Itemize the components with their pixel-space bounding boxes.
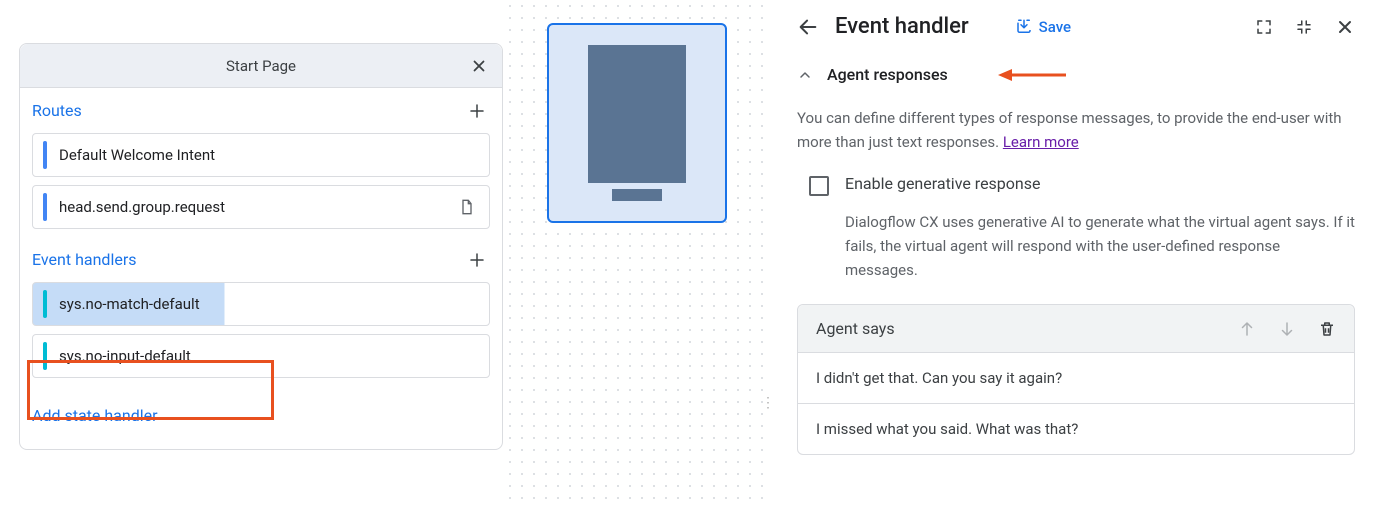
agent-response-row[interactable]: I missed what you said. What was that? — [798, 404, 1354, 454]
plus-icon[interactable] — [468, 102, 486, 120]
event-handler-label: sys.no-match-default — [59, 295, 200, 313]
agent-says-box: Agent says I didn't get that. Can you sa… — [797, 304, 1355, 455]
close-icon[interactable] — [470, 57, 488, 75]
plus-icon[interactable] — [468, 251, 486, 269]
routes-label: Routes — [32, 101, 82, 120]
panel-title: Event handler — [835, 14, 969, 39]
agent-response-row[interactable]: I didn't get that. Can you say it again? — [798, 353, 1354, 404]
flow-node-thumbnail[interactable] — [547, 23, 727, 223]
save-label: Save — [1039, 18, 1071, 36]
page-title: Start Page — [226, 57, 296, 75]
routes-section-header[interactable]: Routes — [20, 88, 502, 133]
route-label: head.send.group.request — [59, 198, 225, 216]
agent-responses-header[interactable]: Agent responses — [797, 65, 1355, 84]
back-arrow-icon[interactable] — [797, 16, 819, 38]
event-handler-item[interactable]: sys.no-input-default — [32, 334, 490, 378]
learn-more-link[interactable]: Learn more — [1003, 133, 1079, 151]
save-icon — [1015, 18, 1033, 36]
enable-generative-checkbox-row[interactable]: Enable generative response — [797, 172, 1355, 202]
add-state-handler-link[interactable]: Add state handler — [20, 386, 502, 449]
close-icon[interactable] — [1335, 17, 1355, 37]
checkbox-description: Dialogflow CX uses generative AI to gene… — [797, 210, 1355, 282]
flow-canvas[interactable]: Start Page Routes Default Welcome Intent… — [0, 0, 770, 508]
start-page-card: Start Page Routes Default Welcome Intent… — [19, 43, 503, 450]
document-icon — [459, 198, 475, 216]
agent-says-header: Agent says — [798, 305, 1354, 353]
event-handler-item[interactable]: sys.no-match-default — [32, 282, 490, 326]
delete-icon[interactable] — [1318, 319, 1336, 339]
thumbnail-foot — [612, 189, 662, 201]
checkbox-label: Enable generative response — [845, 174, 1041, 193]
save-button[interactable]: Save — [1015, 18, 1071, 36]
section-title: Agent responses — [827, 65, 948, 84]
checkbox[interactable] — [809, 176, 829, 196]
route-label: Default Welcome Intent — [59, 146, 215, 164]
event-handlers-section-header[interactable]: Event handlers — [20, 237, 502, 282]
expand-icon[interactable] — [1255, 18, 1273, 36]
page-card-header: Start Page — [20, 44, 502, 88]
panel-toolbar: Event handler Save — [797, 14, 1355, 39]
event-handler-label: sys.no-input-default — [59, 347, 191, 365]
arrow-down-icon[interactable] — [1278, 320, 1296, 338]
agent-says-label: Agent says — [816, 319, 895, 338]
route-item[interactable]: head.send.group.request — [32, 185, 490, 229]
section-description: You can define different types of respon… — [797, 106, 1355, 154]
chevron-up-icon — [797, 67, 813, 83]
arrow-up-icon[interactable] — [1238, 320, 1256, 338]
event-handlers-label: Event handlers — [32, 250, 137, 269]
route-item[interactable]: Default Welcome Intent — [32, 133, 490, 177]
thumbnail-body — [588, 45, 686, 183]
annotation-arrow — [998, 68, 1066, 82]
collapse-icon[interactable] — [1295, 18, 1313, 36]
event-handler-panel: Event handler Save Agent responses — [775, 0, 1373, 508]
